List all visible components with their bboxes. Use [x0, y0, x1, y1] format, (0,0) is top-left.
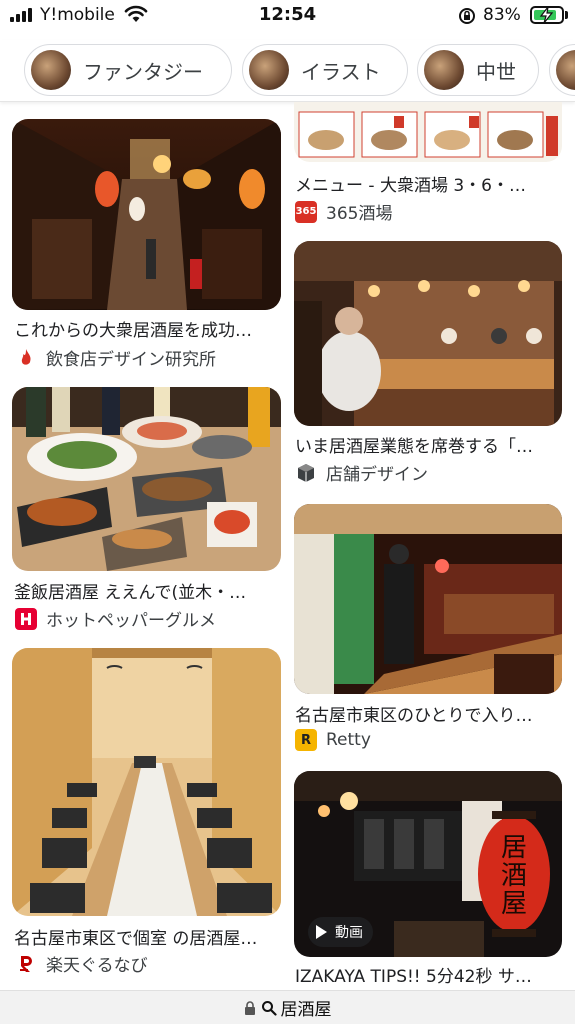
play-icon — [316, 925, 327, 939]
result-source[interactable]: ホットペッパーグルメ — [15, 606, 216, 631]
source-label: 飲食店デザイン研究所 — [46, 350, 216, 370]
result-title[interactable]: IZAKAYA TIPS!! 5分42秒 サ… — [295, 962, 563, 987]
chip-thumbnail — [31, 50, 71, 90]
hotpepper-logo-icon — [15, 607, 37, 630]
source-label: 店舗デザイン — [326, 465, 428, 485]
lock-icon — [244, 1000, 255, 1015]
cube-logo-icon — [295, 462, 317, 484]
source-label: 楽天ぐるなび — [46, 956, 148, 976]
battery-cap — [565, 11, 568, 19]
search-icon — [261, 1000, 277, 1016]
result-title[interactable]: メニュー - 大衆酒場 3・6・… — [295, 171, 563, 196]
battery-charging-icon — [539, 6, 554, 24]
status-bar: Y!mobile 12:54 83% — [0, 0, 575, 32]
counter-interior-photo — [294, 241, 562, 426]
result-image[interactable] — [12, 119, 281, 310]
result-title[interactable]: 釜飯居酒屋 ええんで(並木・… — [14, 578, 282, 603]
chip-next[interactable] — [549, 44, 575, 96]
result-image[interactable] — [294, 241, 562, 426]
source-label: Retty — [326, 730, 371, 750]
chip-label: イラスト — [301, 59, 381, 84]
result-source[interactable]: 365 365酒場 — [295, 199, 392, 224]
battery-percent: 83% — [483, 5, 521, 25]
chip-label: 中世 — [476, 59, 516, 84]
result-image[interactable] — [294, 102, 562, 162]
result-video-thumbnail[interactable]: 居 酒 屋 動画 — [294, 771, 562, 957]
video-badge-label: 動画 — [335, 925, 363, 941]
result-source[interactable]: 楽天ぐるなび — [15, 951, 148, 976]
private-room-photo — [12, 648, 281, 916]
result-source[interactable]: 飲食店デザイン研究所 — [15, 345, 216, 370]
chip-illust[interactable]: イラスト — [242, 44, 408, 96]
result-image[interactable] — [12, 648, 281, 916]
result-image[interactable] — [12, 387, 281, 571]
orientation-lock-icon — [459, 8, 475, 24]
url-bar[interactable]: 居酒屋 — [0, 990, 575, 1024]
url-query-text: 居酒屋 — [280, 1000, 332, 1020]
retty-logo-icon: R — [295, 729, 317, 751]
flame-logo-icon — [15, 347, 37, 369]
svg-text:居: 居 — [501, 833, 527, 863]
bar-interior-photo — [294, 504, 562, 694]
result-title[interactable]: これからの大衆居酒屋を成功… — [14, 316, 282, 341]
result-image[interactable] — [294, 504, 562, 694]
chip-thumbnail — [424, 50, 464, 90]
chip-thumbnail — [249, 50, 289, 90]
menu-photo — [294, 102, 562, 162]
rakuten-logo-icon — [15, 953, 37, 975]
chip-label: ファンタジー — [83, 59, 203, 84]
svg-text:屋: 屋 — [501, 889, 527, 919]
svg-text:酒: 酒 — [501, 861, 527, 891]
related-search-chips: ファンタジー イラスト 中世 — [0, 40, 575, 102]
food-photo — [12, 387, 281, 571]
result-source[interactable]: 店舗デザイン — [295, 460, 428, 485]
result-source[interactable]: R Retty — [295, 729, 371, 751]
365-logo-icon: 365 — [295, 200, 317, 223]
alley-photo — [12, 119, 281, 310]
chip-medieval[interactable]: 中世 — [417, 44, 539, 96]
chip-thumbnail — [556, 50, 575, 90]
result-title[interactable]: 名古屋市東区のひとりで入り… — [295, 701, 563, 726]
source-label: ホットペッパーグルメ — [46, 611, 216, 631]
result-title[interactable]: いま居酒屋業態を席巻する「… — [295, 432, 563, 457]
source-label: 365酒場 — [326, 204, 393, 224]
chip-fantasy[interactable]: ファンタジー — [24, 44, 232, 96]
video-badge: 動画 — [308, 917, 373, 947]
result-title[interactable]: 名古屋市東区で個室 の居酒屋… — [14, 924, 282, 949]
